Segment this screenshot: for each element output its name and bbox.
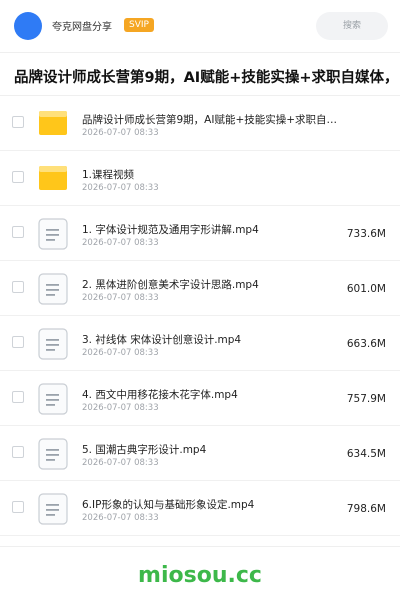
app-title: 夸克网盘分享 bbox=[52, 22, 112, 33]
file-name: 1. 字体设计规范及通用字形讲解.mp4 bbox=[82, 224, 259, 236]
file-date: 2026-07-07 08:33 bbox=[82, 128, 159, 138]
row-checkbox[interactable] bbox=[12, 336, 24, 348]
list-item[interactable]: 1. 字体设计规范及通用字形讲解.mp4 2026-07-07 08:33 73… bbox=[0, 206, 400, 261]
file-list: 品牌设计师成长营第9期，AI赋能+技能实操+求职自… 2026-07-07 08… bbox=[0, 96, 400, 536]
list-item[interactable]: 3. 衬线体 宋体设计创意设计.mp4 2026-07-07 08:33 663… bbox=[0, 316, 400, 371]
file-name: 5. 国潮古典字形设计.mp4 bbox=[82, 444, 207, 456]
file-name: 6.IP形象的认知与基础形象设定.mp4 bbox=[82, 499, 255, 511]
file-date: 2026-07-07 08:33 bbox=[82, 183, 159, 193]
list-item[interactable]: 1.课程视频 2026-07-07 08:33 bbox=[0, 151, 400, 206]
svip-badge: SVIP bbox=[124, 18, 154, 32]
file-name: 3. 衬线体 宋体设计创意设计.mp4 bbox=[82, 334, 242, 346]
list-item[interactable]: 品牌设计师成长营第9期，AI赋能+技能实操+求职自… 2026-07-07 08… bbox=[0, 96, 400, 151]
folder-icon bbox=[38, 163, 68, 193]
file-size: 733.6M bbox=[346, 228, 386, 240]
list-item[interactable]: 4. 西文中用移花接木花字体.mp4 2026-07-07 08:33 757.… bbox=[0, 371, 400, 426]
document-icon bbox=[38, 218, 68, 250]
page-title: 品牌设计师成长营第9期，AI赋能+技能实操+求职自媒体， bbox=[14, 70, 399, 86]
document-icon bbox=[38, 438, 68, 470]
file-size: 601.0M bbox=[346, 283, 386, 295]
row-checkbox[interactable] bbox=[12, 116, 24, 128]
divider bbox=[0, 546, 400, 547]
top-bar: 夸克网盘分享 SVIP 搜索 bbox=[0, 0, 400, 53]
document-icon bbox=[38, 493, 68, 525]
row-checkbox[interactable] bbox=[12, 446, 24, 458]
document-icon bbox=[38, 328, 68, 360]
file-date: 2026-07-07 08:33 bbox=[82, 403, 159, 413]
row-checkbox[interactable] bbox=[12, 501, 24, 513]
file-size: 757.9M bbox=[346, 393, 386, 405]
file-date: 2026-07-07 08:33 bbox=[82, 513, 159, 523]
list-item[interactable]: 5. 国潮古典字形设计.mp4 2026-07-07 08:33 634.5M bbox=[0, 426, 400, 481]
file-name: 2. 黑体进阶创意美术字设计思路.mp4 bbox=[82, 279, 259, 291]
document-icon bbox=[38, 273, 68, 305]
row-checkbox[interactable] bbox=[12, 226, 24, 238]
row-checkbox[interactable] bbox=[12, 171, 24, 183]
row-checkbox[interactable] bbox=[12, 281, 24, 293]
file-date: 2026-07-07 08:33 bbox=[82, 348, 159, 358]
file-size: 634.5M bbox=[346, 448, 386, 460]
list-item[interactable]: 2. 黑体进阶创意美术字设计思路.mp4 2026-07-07 08:33 60… bbox=[0, 261, 400, 316]
file-date: 2026-07-07 08:33 bbox=[82, 293, 159, 303]
file-size: 798.6M bbox=[346, 503, 386, 515]
file-date: 2026-07-07 08:33 bbox=[82, 238, 159, 248]
file-name: 4. 西文中用移花接木花字体.mp4 bbox=[82, 389, 238, 401]
file-date: 2026-07-07 08:33 bbox=[82, 458, 159, 468]
watermark: miosou.cc bbox=[138, 563, 262, 588]
avatar[interactable] bbox=[14, 12, 42, 40]
list-item[interactable]: 6.IP形象的认知与基础形象设定.mp4 2026-07-07 08:33 79… bbox=[0, 481, 400, 536]
search-input[interactable]: 搜索 bbox=[316, 12, 388, 40]
document-icon bbox=[38, 383, 68, 415]
folder-icon bbox=[38, 108, 68, 138]
row-checkbox[interactable] bbox=[12, 391, 24, 403]
file-name: 品牌设计师成长营第9期，AI赋能+技能实操+求职自… bbox=[82, 114, 338, 126]
file-size: 663.6M bbox=[346, 338, 386, 350]
file-name: 1.课程视频 bbox=[82, 169, 135, 181]
